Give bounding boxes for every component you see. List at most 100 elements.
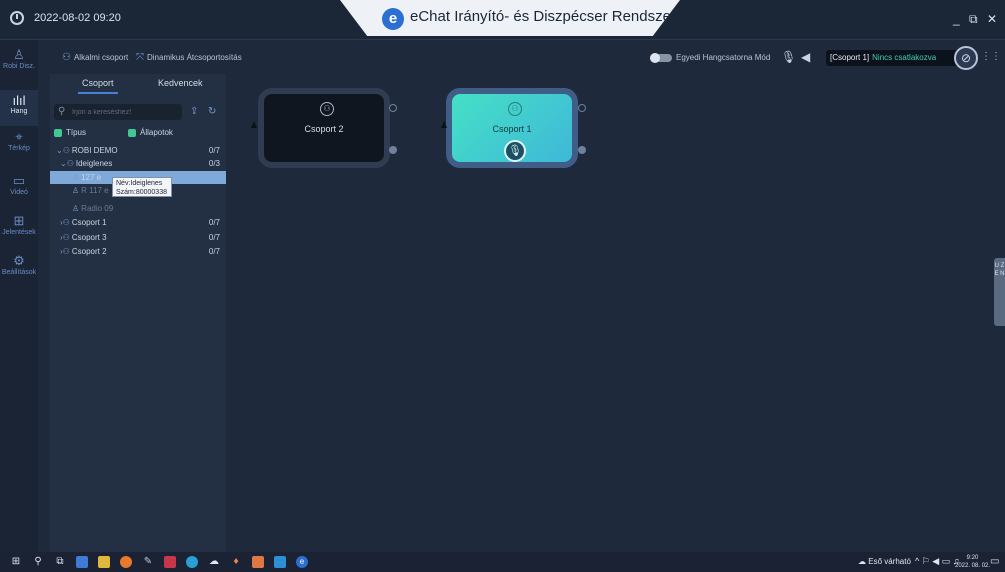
app-red-icon[interactable] — [164, 556, 176, 568]
tool-icon[interactable]: ✎ — [142, 556, 154, 568]
refresh-icon[interactable]: ↻ — [208, 106, 216, 117]
search-icon: ⚲ — [58, 106, 66, 117]
top-toolbar: ⚇ Alkalmi csoport ⤧ Dinamikus Átcsoportosí… — [38, 40, 1005, 74]
dynamic-regroup-button[interactable]: ⤧ Dinamikus Átcsoportosítás — [136, 52, 242, 63]
settings-icon[interactable] — [389, 104, 397, 112]
firefox-icon[interactable] — [120, 556, 132, 568]
group-icon: ›⚇ — [60, 247, 70, 256]
rail-item-video[interactable]: ▭ Videó — [0, 170, 38, 206]
system-tray[interactable]: ^ ⚐ ◀ ▭ ♫ — [915, 556, 959, 567]
single-voice-label: Egyedi Hangcsatorna Mód — [676, 53, 771, 62]
group-icon: ›⚇ — [60, 233, 70, 242]
tree-label: Csoport 3 — [71, 233, 107, 242]
search-input[interactable] — [72, 106, 178, 118]
tooltip-number: Szám:80000338 — [116, 189, 167, 196]
weather-widget[interactable]: ☁ Eső várható — [858, 557, 911, 566]
filter-type[interactable]: Típus — [54, 128, 86, 137]
search-icon[interactable]: ⚲ — [32, 556, 44, 568]
tree-item-ideiglenes[interactable]: ⌄⚇ Ideiglenes 0/3 — [50, 157, 226, 170]
filter-type-label: Típus — [66, 128, 87, 137]
speaker-icon[interactable]: ◀ — [801, 50, 810, 64]
temp-group-button[interactable]: ⚇ Alkalmi csoport — [62, 52, 128, 63]
filter-status-label: Állapotok — [140, 128, 173, 137]
group-icon: ⌄⚇ — [56, 146, 70, 155]
mic-off-button[interactable]: ⊘ — [954, 46, 978, 70]
tree-count: 0/7 — [208, 146, 220, 155]
tree-label: ROBI DEMO — [71, 146, 118, 155]
notification-icon[interactable]: ▭ — [990, 556, 999, 567]
group-card-csoport2[interactable]: ⚇ Csoport 2 — [258, 88, 390, 168]
group-canvas: ⚇ Csoport 2 ♟ ⚇ Csoport 1 🎙 ♟ — [226, 74, 1005, 552]
map-pin-icon: ⌖ — [15, 129, 23, 144]
rail-item-voice[interactable]: ılıl Hang — [0, 90, 38, 126]
export-icon[interactable]: ⇪ — [190, 106, 198, 117]
weather-icon: ☁ — [858, 557, 869, 566]
tree-item-csoport2[interactable]: ›⚇ Csoport 2 0/7 — [50, 245, 226, 258]
rail-label: Robi Disz. — [3, 63, 35, 70]
group-panel: Csoport Kedvencek ⚲ ⇪ ↻ Típus Állapotok … — [50, 74, 234, 552]
tab-favorites[interactable]: Kedvencek — [158, 78, 203, 88]
tree-count: 0/3 — [208, 159, 220, 168]
microphone-icon[interactable]: 🎙 — [781, 50, 796, 64]
rail-item-settings[interactable]: ⚙ Beállítások — [0, 250, 38, 286]
file-explorer-icon[interactable] — [98, 556, 110, 568]
tooltip: Név:Ideiglenes Szám:80000338 — [112, 177, 172, 197]
status-group: [Csoport 1] — [830, 53, 870, 62]
tree-item-robi-demo[interactable]: ⌄⚇ ROBI DEMO 0/7 — [50, 144, 226, 157]
restore-button[interactable]: ⧉ — [969, 12, 978, 26]
close-button[interactable]: ✕ — [987, 12, 997, 26]
window-controls: _ ⧉ ✕ — [947, 12, 997, 27]
tree-count: 0/7 — [208, 218, 220, 227]
group-card-name: Csoport 2 — [304, 124, 344, 134]
minimize-button[interactable]: _ — [953, 12, 960, 26]
app-icon[interactable]: ☁ — [208, 556, 220, 568]
windows-start-icon[interactable]: ⊞ — [10, 556, 22, 568]
app-icon[interactable] — [274, 556, 286, 568]
tree-count: 0/7 — [208, 247, 220, 256]
tree-item-csoport3[interactable]: ›⚇ Csoport 3 0/7 — [50, 231, 226, 244]
rail-item-reports[interactable]: ⊞ Jelentések — [0, 210, 38, 246]
connection-status: [Csoport 1] Nincs csatlakozva — [826, 50, 968, 66]
settings-icon[interactable] — [578, 104, 586, 112]
group-icon: ⌄⚇ — [60, 159, 74, 168]
user-icon: ♙ — [72, 173, 80, 182]
message-side-tab[interactable]: U Z E N — [994, 258, 1005, 326]
os-taskbar: ⊞ ⚲ ⧉ ✎ ☁ ♦ e ☁ Eső várható ^ ⚐ ◀ ▭ ♫ 9:… — [0, 552, 1005, 572]
tooltip-name: Név:Ideiglenes — [116, 180, 163, 187]
app-icon[interactable] — [252, 556, 264, 568]
taskbar-clock[interactable]: 9:20 2022. 08. 02. — [955, 554, 990, 570]
filter-status[interactable]: Állapotok — [128, 128, 173, 137]
table-icon: ⊞ — [13, 213, 25, 228]
side-dot-icon[interactable] — [389, 146, 397, 154]
menu-icon[interactable]: ⋮⋮ — [981, 51, 1001, 62]
tab-groups[interactable]: Csoport — [78, 78, 117, 94]
app-drop-icon[interactable]: ♦ — [230, 556, 242, 568]
task-view-icon[interactable]: ⧉ — [54, 556, 66, 568]
tree-label: Csoport 2 — [71, 247, 107, 256]
single-voice-toggle[interactable] — [650, 53, 672, 63]
app-taskbar-icon[interactable] — [76, 556, 88, 568]
group-icon: ⚇ — [62, 52, 71, 63]
weather-text: Eső várható — [868, 557, 911, 566]
tree-label: Ideiglenes — [75, 159, 113, 168]
ptt-mic-button[interactable]: 🎙 — [504, 140, 526, 162]
echat-taskbar-icon[interactable]: e — [296, 556, 308, 568]
user-icon: ♙ — [72, 186, 80, 195]
edge-icon[interactable] — [186, 556, 198, 568]
tree-item-csoport1[interactable]: ›⚇ Csoport 1 0/7 — [50, 216, 226, 229]
tree-item-radio09[interactable]: ♙ Radio 09 — [50, 202, 226, 215]
rail-item-map[interactable]: ⌖ Térkép — [0, 126, 38, 162]
rail-label: Beállítások — [1, 269, 37, 276]
app-title: eChat Irányító- és Diszpécser Rendszer — [410, 8, 676, 25]
tree-label: R 117 e — [81, 186, 109, 195]
group-card-csoport1[interactable]: ⚇ Csoport 1 🎙 — [446, 88, 578, 168]
group-icon: ›⚇ — [60, 218, 70, 227]
user-icon: ♙ — [72, 204, 80, 213]
rail-label: Videó — [10, 189, 28, 196]
temp-group-label: Alkalmi csoport — [73, 53, 129, 62]
rail-item-user[interactable]: ♙ Robi Disz. — [0, 44, 38, 80]
group-card-name: Csoport 1 — [492, 124, 532, 134]
checkbox-icon — [54, 128, 62, 137]
side-dot-icon[interactable] — [578, 146, 586, 154]
clock-icon — [10, 11, 24, 25]
